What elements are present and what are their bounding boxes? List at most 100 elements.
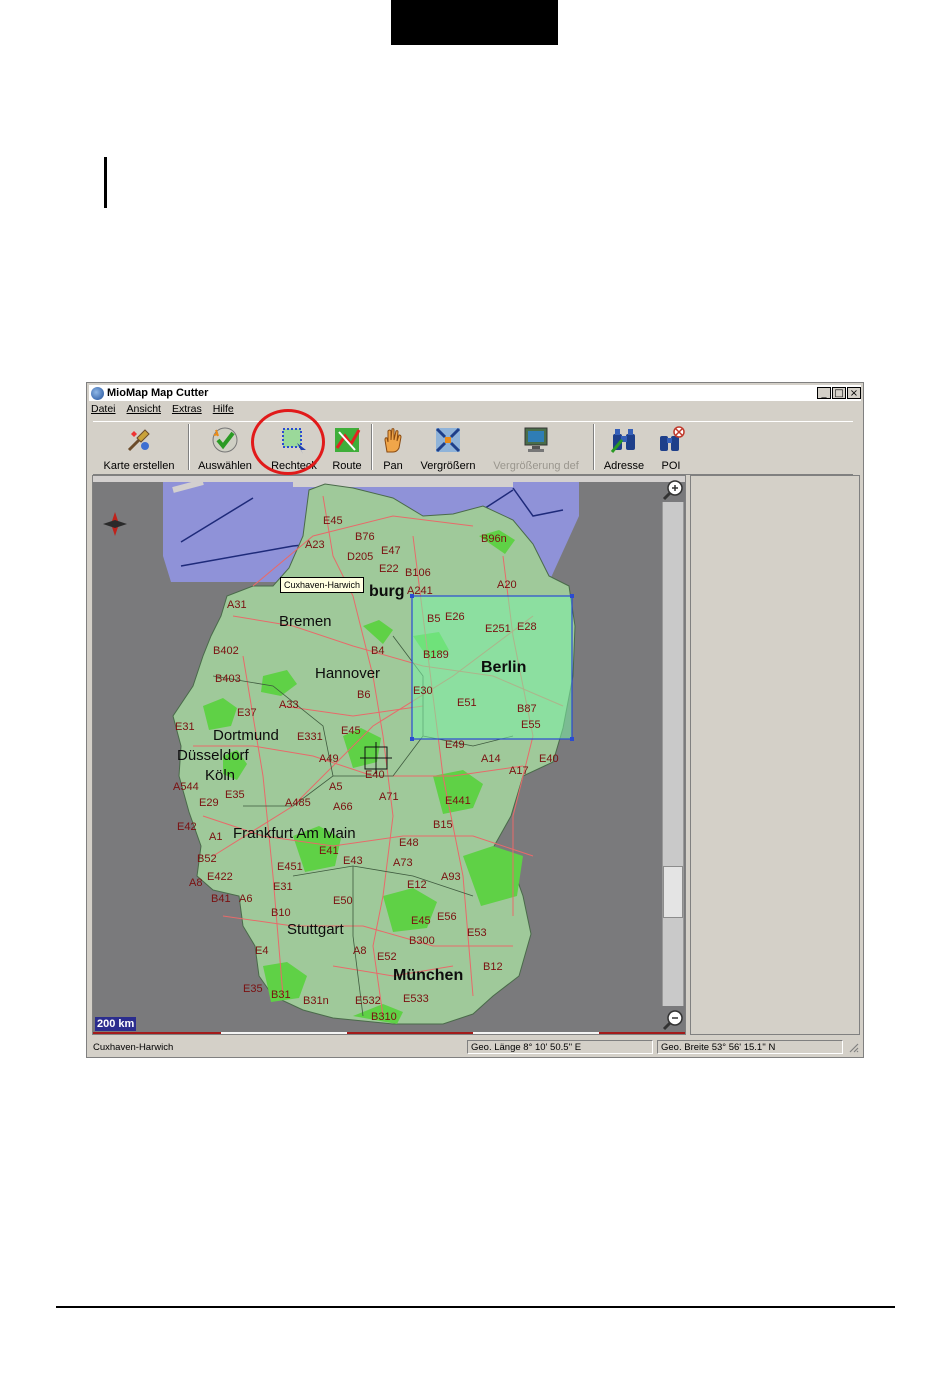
side-panel xyxy=(690,475,860,1035)
zoom-slider-thumb[interactable] xyxy=(663,866,683,918)
road-label: A73 xyxy=(393,857,413,869)
resize-grip-icon[interactable] xyxy=(847,1041,859,1053)
toolbar-separator xyxy=(188,424,190,470)
vergroesserung-def-label: Vergrößerung def xyxy=(493,460,579,472)
road-label: A485 xyxy=(285,797,311,809)
road-label: E22 xyxy=(379,563,399,575)
auswaehlen-label: Auswählen xyxy=(198,460,252,472)
poi-binoculars-icon xyxy=(660,426,685,451)
toolbar-separator xyxy=(371,424,373,470)
road-label: A14 xyxy=(481,753,501,765)
close-button[interactable]: × xyxy=(847,387,861,399)
page-margin-bar xyxy=(104,157,107,208)
road-label: B402 xyxy=(213,645,239,657)
menu-extras[interactable]: Extras xyxy=(172,403,202,418)
road-label: A8 xyxy=(353,945,366,957)
road-label: A31 xyxy=(227,599,247,611)
road-label: B403 xyxy=(215,673,241,685)
zoom-slider-track[interactable] xyxy=(662,502,684,1006)
menu-hilfe[interactable]: Hilfe xyxy=(213,403,234,418)
road-label: E29 xyxy=(199,797,219,809)
map-view[interactable]: burg Bremen Hannover Berlin Dortmund Düs… xyxy=(92,475,686,1035)
route-button[interactable]: Route xyxy=(327,424,367,472)
road-label: B52 xyxy=(197,853,217,865)
road-label: B41 xyxy=(211,893,231,905)
rechteck-button[interactable]: Rechteck xyxy=(263,424,325,472)
page-header-block xyxy=(391,0,558,45)
road-label: A93 xyxy=(441,871,461,883)
poi-button[interactable]: POI xyxy=(655,424,687,472)
toolbar: Karte erstellen Auswählen Rechteck Route… xyxy=(93,421,853,475)
road-label: A544 xyxy=(173,781,199,793)
road-label: B6 xyxy=(357,689,370,701)
map-bottom-strip-white xyxy=(473,1032,599,1034)
map-canvas[interactable]: burg Bremen Hannover Berlin Dortmund Düs… xyxy=(93,476,686,1035)
road-label: E45 xyxy=(341,725,361,737)
road-label: A1 xyxy=(209,831,222,843)
road-label: E48 xyxy=(399,837,419,849)
city-label-bremen: Bremen xyxy=(279,613,332,630)
karte-erstellen-label: Karte erstellen xyxy=(103,460,175,472)
road-label: D205 xyxy=(347,551,373,563)
road-label: E4 xyxy=(255,945,268,957)
pan-label: Pan xyxy=(383,460,403,472)
title-bar[interactable]: MioMap Map Cutter _ □ × xyxy=(89,385,861,401)
city-label-frankfurt: Frankfurt Am Main xyxy=(233,825,356,842)
city-label-berlin: Berlin xyxy=(481,659,526,676)
road-label: E49 xyxy=(445,739,465,751)
zoom-in-icon[interactable] xyxy=(661,478,685,502)
menu-ansicht[interactable]: Ansicht xyxy=(127,403,161,418)
vergroesserung-def-button: Vergrößerung def xyxy=(487,424,585,472)
road-label: E40 xyxy=(365,769,385,781)
road-label: A71 xyxy=(379,791,399,803)
road-label: A33 xyxy=(279,699,299,711)
maximize-button[interactable]: □ xyxy=(832,387,846,399)
city-label-dortmund: Dortmund xyxy=(213,727,279,744)
road-label: E422 xyxy=(207,871,233,883)
road-label: E35 xyxy=(243,983,263,995)
road-label: A49 xyxy=(319,753,339,765)
city-label-stuttgart: Stuttgart xyxy=(287,921,345,938)
window-controls: _ □ × xyxy=(817,387,861,399)
road-label: B15 xyxy=(433,819,453,831)
monitor-icon xyxy=(524,427,548,452)
status-bar: Cuxhaven-Harwich Geo. Länge 8° 10' 50.5'… xyxy=(89,1039,861,1055)
checkmark-icon xyxy=(212,427,238,453)
road-label: E451 xyxy=(277,861,303,873)
zoom-out-icon[interactable] xyxy=(661,1008,685,1032)
auswaehlen-button[interactable]: Auswählen xyxy=(193,424,257,472)
road-label: E51 xyxy=(457,697,477,709)
road-label: E56 xyxy=(437,911,457,923)
toolbar-separator xyxy=(593,424,595,470)
road-label: E533 xyxy=(403,993,429,1005)
adresse-button[interactable]: Adresse xyxy=(597,424,651,472)
compass-icon xyxy=(103,512,127,536)
minimize-button[interactable]: _ xyxy=(817,387,831,399)
status-message: Cuxhaven-Harwich xyxy=(93,1042,174,1053)
city-label-muenchen: München xyxy=(393,967,463,984)
road-label: B189 xyxy=(423,649,449,661)
road-label: E55 xyxy=(521,719,541,731)
road-label: E42 xyxy=(177,821,197,833)
route-icon xyxy=(335,428,361,452)
city-label-hamburg: burg xyxy=(369,583,405,600)
road-label: A241 xyxy=(407,585,433,597)
app-icon xyxy=(91,386,104,400)
karte-erstellen-button[interactable]: Karte erstellen xyxy=(93,424,185,472)
road-label: A20 xyxy=(497,579,517,591)
road-label: B31n xyxy=(303,995,329,1007)
vergroessern-label: Vergrößern xyxy=(420,460,476,472)
road-label: B106 xyxy=(405,567,431,579)
status-latitude: Geo. Breite 53° 56' 15.1'' N xyxy=(657,1040,843,1054)
hand-icon xyxy=(384,428,402,453)
road-label: E331 xyxy=(297,731,323,743)
menu-datei[interactable]: Datei xyxy=(91,403,116,418)
window-title: MioMap Map Cutter xyxy=(107,387,209,399)
road-label: E45 xyxy=(411,915,431,927)
vergroessern-button[interactable]: Vergrößern xyxy=(415,424,481,472)
pan-button[interactable]: Pan xyxy=(375,424,411,472)
road-label: E26 xyxy=(445,611,465,623)
page-footer-rule xyxy=(56,1306,895,1308)
rechteck-label: Rechteck xyxy=(271,460,317,472)
road-label: B31 xyxy=(271,989,291,1001)
